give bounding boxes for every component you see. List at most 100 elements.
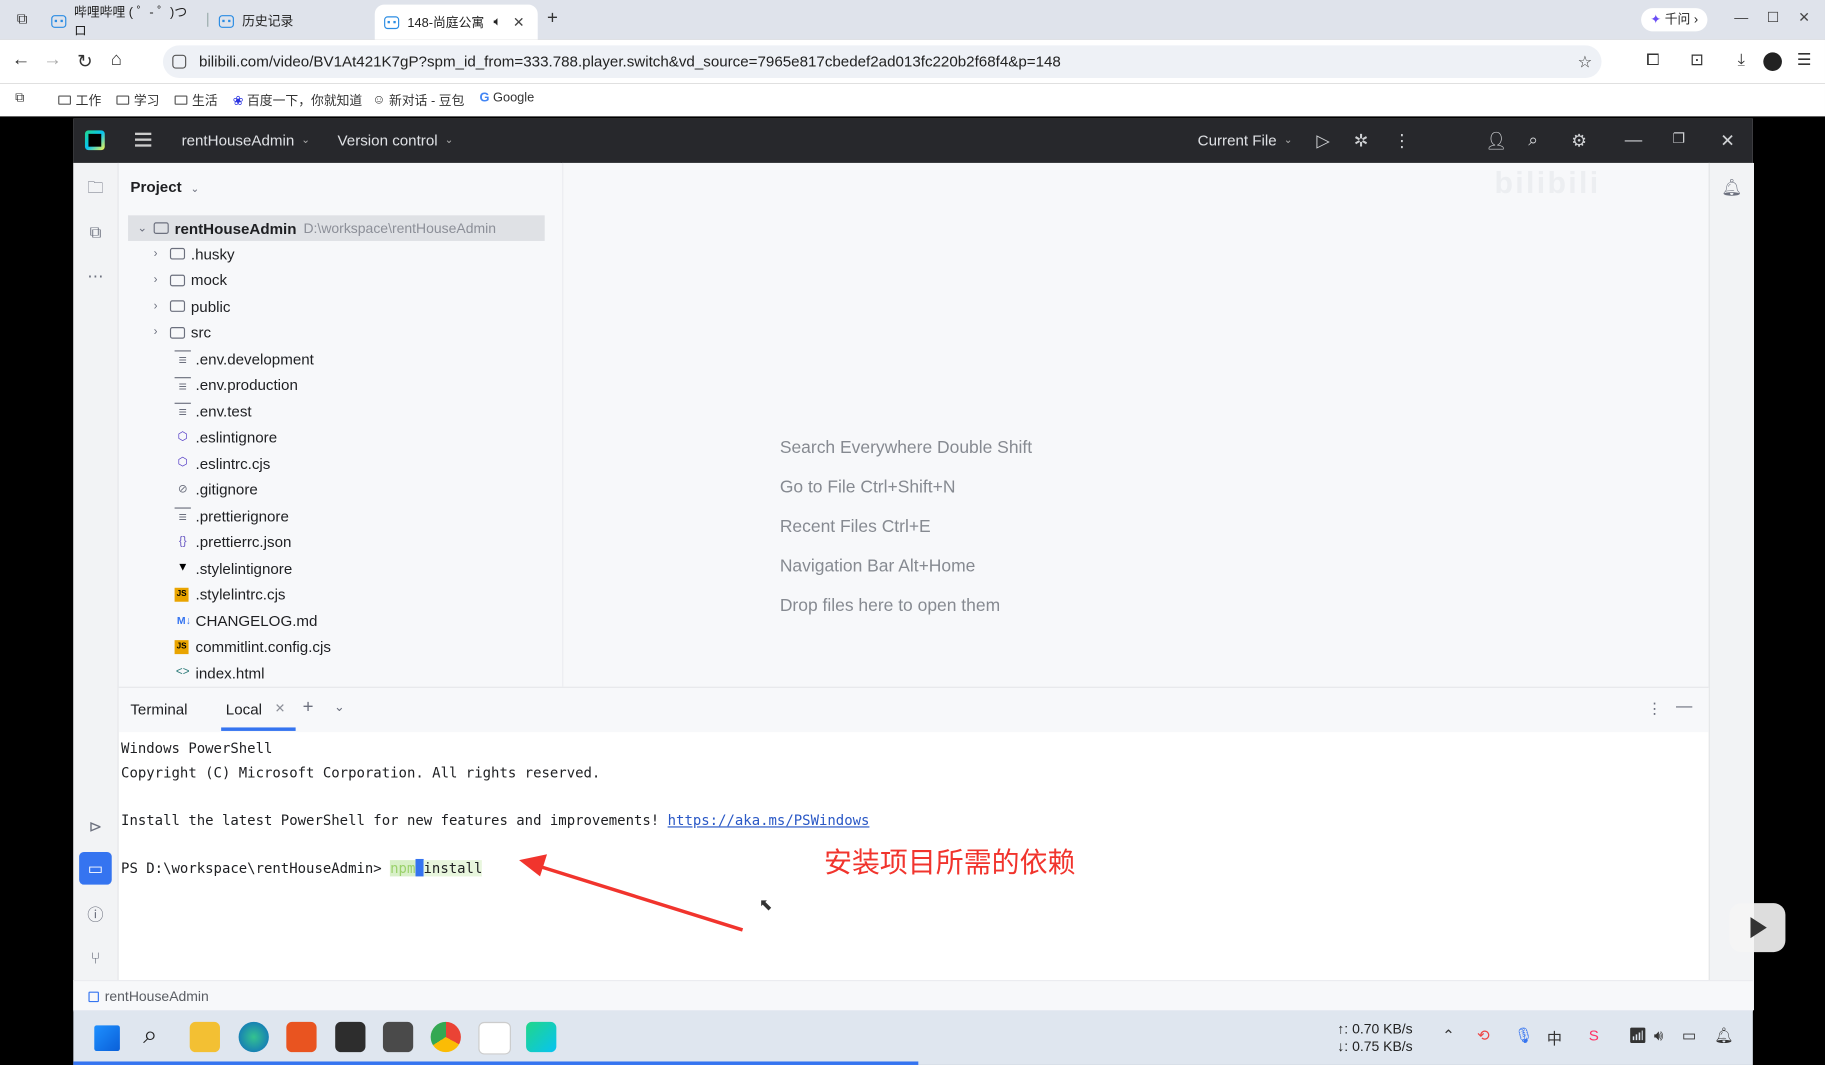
close-window-icon[interactable]: ✕ bbox=[1798, 9, 1810, 25]
notifications-bell-icon[interactable]: 🔔︎ bbox=[1721, 177, 1743, 198]
git-branch-icon[interactable]: ⑂ bbox=[85, 947, 106, 968]
tab-local[interactable]: Local bbox=[226, 701, 262, 718]
tree-folder[interactable]: › mock bbox=[154, 267, 227, 293]
tree-file[interactable]: <> index.html bbox=[175, 660, 265, 686]
sublime-icon[interactable] bbox=[382, 1021, 414, 1053]
search-icon[interactable]: ⌕ bbox=[1528, 130, 1538, 150]
notification-icon[interactable]: 🔔︎ bbox=[1714, 1027, 1733, 1046]
new-terminal-icon[interactable]: + bbox=[303, 697, 314, 718]
tree-file[interactable]: .env.development bbox=[174, 346, 314, 372]
chevron-down-icon[interactable]: ⌄ bbox=[334, 700, 345, 715]
services-icon[interactable]: ⊳ bbox=[85, 816, 106, 837]
input-method-icon[interactable]: 中 bbox=[1547, 1027, 1562, 1049]
video-play-button[interactable] bbox=[1729, 903, 1786, 953]
tree-folder[interactable]: › src bbox=[154, 319, 211, 345]
tree-folder[interactable]: › .husky bbox=[154, 241, 235, 267]
file-explorer-icon[interactable] bbox=[189, 1021, 220, 1053]
home-icon[interactable]: ⌂ bbox=[105, 50, 128, 71]
main-menu-icon[interactable] bbox=[135, 132, 152, 147]
forward-icon[interactable]: → bbox=[41, 50, 64, 71]
bookmark-folder-life[interactable]: 生活 bbox=[174, 91, 218, 110]
webstorm-taskbar-icon[interactable] bbox=[526, 1021, 557, 1053]
tree-file[interactable]: M↓ CHANGELOG.md bbox=[175, 608, 318, 634]
terminal-output[interactable]: Windows PowerShell Copyright (C) Microso… bbox=[121, 737, 869, 880]
screenshot-icon[interactable]: ⊡ bbox=[1685, 50, 1708, 70]
expand-right-icon[interactable]: › bbox=[154, 326, 170, 339]
run-icon[interactable]: ▷ bbox=[1316, 130, 1329, 152]
taskbar-search-icon[interactable]: ⌕ bbox=[143, 1020, 157, 1050]
tree-folder[interactable]: › public bbox=[154, 293, 231, 319]
tab-bilibili-home[interactable]: 哔哩哔哩 ( ゜- ゜)つロ bbox=[42, 5, 205, 38]
qianwen-button[interactable]: ✦ 千问 › bbox=[1641, 8, 1708, 32]
tray-expand-icon[interactable]: ⌃ bbox=[1442, 1027, 1455, 1046]
ubuntu-icon[interactable] bbox=[286, 1021, 317, 1053]
tree-file[interactable]: ⊘ .gitignore bbox=[175, 477, 258, 503]
volume-icon[interactable]: 🔊︎ bbox=[1654, 1027, 1664, 1046]
tree-file[interactable]: ⬡ .eslintrc.cjs bbox=[175, 450, 271, 476]
expand-right-icon[interactable]: › bbox=[154, 247, 170, 260]
minimize-ide-icon[interactable]: — bbox=[1625, 130, 1642, 150]
more-tools-icon[interactable]: ⋯ bbox=[85, 265, 106, 286]
bookmark-doubao[interactable]: ☺ 新对话 - 豆包 bbox=[372, 91, 464, 110]
tab-history[interactable]: 历史记录 bbox=[210, 5, 373, 38]
download-icon[interactable]: ⤓ bbox=[1730, 50, 1753, 70]
wifi-icon[interactable]: 📶︎ bbox=[1628, 1027, 1647, 1046]
restore-ide-icon[interactable]: ❐ bbox=[1673, 130, 1686, 146]
tab-video-active[interactable]: 148-尚庭公寓 🔈︎ ✕ bbox=[374, 4, 538, 40]
project-switcher[interactable]: rentHouseAdmin ⌄ bbox=[182, 132, 310, 149]
close-ide-icon[interactable]: ✕ bbox=[1720, 130, 1735, 152]
edge-icon[interactable] bbox=[238, 1021, 269, 1053]
tree-file[interactable]: {} .prettierrc.json bbox=[175, 529, 292, 555]
more-actions-icon[interactable]: ⋮ bbox=[1393, 130, 1410, 152]
avatar[interactable] bbox=[1763, 52, 1782, 71]
terminal-options-icon[interactable]: ⋮ bbox=[1647, 700, 1662, 719]
run-config-selector[interactable]: Current File ⌄ bbox=[1198, 132, 1293, 149]
tree-file[interactable]: ⬡ .eslintignore bbox=[175, 424, 277, 450]
bookmark-google[interactable]: G Google bbox=[480, 91, 535, 105]
status-breadcrumb[interactable]: rentHouseAdmin bbox=[88, 988, 209, 1004]
bookmark-folder-study[interactable]: 学习 bbox=[116, 91, 159, 110]
bookmark-folder-work[interactable]: 工作 bbox=[58, 91, 101, 110]
windows-start-icon[interactable] bbox=[94, 1025, 120, 1052]
typora-icon[interactable] bbox=[478, 1021, 511, 1055]
powershell-link[interactable]: https://aka.ms/PSWindows bbox=[668, 812, 870, 828]
tree-file[interactable]: .prettierignore bbox=[174, 503, 289, 529]
problems-icon[interactable]: ⓘ bbox=[85, 904, 106, 925]
expand-right-icon[interactable]: › bbox=[154, 274, 170, 287]
close-tab-icon[interactable]: ✕ bbox=[275, 701, 286, 716]
close-tab-icon[interactable]: ✕ bbox=[513, 14, 525, 30]
extensions-icon[interactable]: ⧠ bbox=[1641, 50, 1664, 70]
structure-icon[interactable]: ⧉ bbox=[85, 221, 106, 242]
terminal-app-icon[interactable] bbox=[335, 1021, 366, 1053]
microphone-icon[interactable]: 🎙︎ bbox=[1514, 1027, 1533, 1046]
expand-down-icon[interactable]: ⌄ bbox=[137, 222, 153, 235]
tree-root[interactable]: ⌄ rentHouseAdmin D:\workspace\rentHouseA… bbox=[128, 215, 545, 241]
new-tab-button[interactable]: + bbox=[547, 8, 558, 29]
terminal-icon[interactable]: ▭ bbox=[79, 851, 112, 885]
speaker-icon[interactable]: 🔈︎ bbox=[494, 15, 502, 30]
project-folder-icon[interactable]: 🗀︎ bbox=[85, 177, 106, 198]
battery-icon[interactable]: ▭ bbox=[1682, 1027, 1696, 1046]
expand-right-icon[interactable]: › bbox=[154, 300, 170, 313]
version-control-menu[interactable]: Version control ⌄ bbox=[338, 132, 454, 149]
tree-file[interactable]: .env.test bbox=[174, 398, 252, 424]
add-user-icon[interactable]: 👤︎ bbox=[1485, 130, 1507, 152]
tab-search-icon[interactable]: ⧉ bbox=[10, 9, 33, 28]
settings-gear-icon[interactable]: ⚙︎ bbox=[1571, 130, 1587, 152]
url-input[interactable]: bilibili.com/video/BV1At421K7gP?spm_id_f… bbox=[162, 45, 1602, 78]
chrome-icon[interactable] bbox=[430, 1021, 461, 1053]
sublime-tray-icon[interactable]: S bbox=[1589, 1027, 1599, 1044]
minimize-window-icon[interactable]: — bbox=[1734, 9, 1748, 25]
debug-icon[interactable]: ✲ bbox=[1354, 130, 1369, 152]
hide-panel-icon[interactable]: — bbox=[1676, 696, 1692, 715]
tree-file[interactable]: ▼ .stylelintignore bbox=[175, 555, 292, 581]
back-icon[interactable]: ← bbox=[9, 50, 32, 71]
maximize-window-icon[interactable]: ☐ bbox=[1767, 9, 1780, 25]
bookmark-baidu[interactable]: ❀ 百度一下，你就知道 bbox=[233, 91, 362, 110]
video-progress-bar[interactable] bbox=[73, 1061, 919, 1065]
reload-icon[interactable]: ↻ bbox=[73, 50, 96, 73]
bookmark-star-icon[interactable]: ☆ bbox=[1578, 45, 1593, 78]
project-panel-title[interactable]: Project ⌄ bbox=[130, 178, 199, 195]
site-info-icon[interactable] bbox=[172, 54, 187, 69]
menu-icon[interactable]: ☰ bbox=[1792, 50, 1815, 70]
